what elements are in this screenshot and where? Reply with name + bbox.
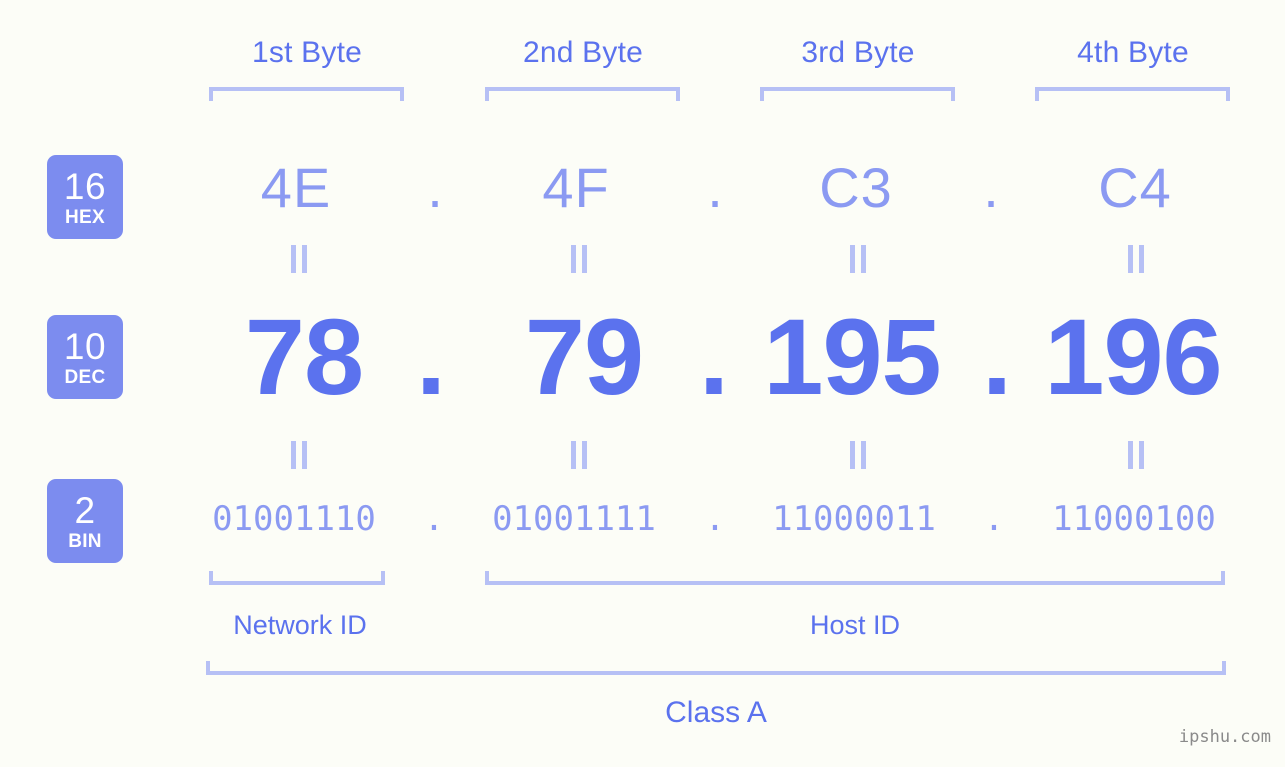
base-badge-hex-number: 16 [63,165,107,207]
hex-separator-1: . [427,156,443,219]
byte-header-4: 4th Byte [1077,36,1189,69]
hex-value-3: C3 [819,156,893,219]
bin-value-1: 01001110 [212,499,376,539]
dec-value-4: 196 [1044,296,1222,417]
hex-value-1: 4E [260,156,332,219]
bin-separator-2: . [704,499,726,539]
hex-value-4: C4 [1098,156,1172,219]
byte-header-1: 1st Byte [252,36,362,69]
byte-header-2: 2nd Byte [522,36,644,69]
hex-value-2: 4F [542,156,610,219]
equality-marker-hex-dec-1 [288,245,310,273]
base-badge-dec-number: 10 [63,325,107,367]
equality-marker-dec-bin-3 [847,441,869,469]
class-bracket [206,661,1226,675]
base-badge-dec: 10 DEC [47,315,123,399]
dec-value-3: 195 [763,296,941,417]
bin-value-2: 01001111 [492,499,656,539]
equality-marker-dec-bin-2 [568,441,590,469]
host-id-label: Host ID [809,610,901,640]
equality-marker-hex-dec-3 [847,245,869,273]
ip-address-breakdown-diagram: 1st Byte 2nd Byte 3rd Byte 4th Byte 16 H… [0,0,1285,767]
base-badge-hex: 16 HEX [47,155,123,239]
base-badge-bin-label: BIN [68,530,102,552]
base-badge-dec-label: DEC [64,366,106,388]
dec-separator-2: . [698,296,729,417]
equality-marker-dec-bin-4 [1125,441,1147,469]
bin-separator-3: . [983,499,1005,539]
bin-separator-1: . [423,499,445,539]
equality-marker-hex-dec-2 [568,245,590,273]
hex-separator-2: . [707,156,723,219]
base-badge-hex-label: HEX [65,206,105,228]
dec-value-2: 79 [524,296,644,417]
dec-value-1: 78 [244,296,364,417]
dec-separator-1: . [415,296,446,417]
byte-bracket-3 [760,87,955,101]
dec-separator-3: . [981,296,1012,417]
byte-bracket-1 [209,87,404,101]
bin-value-3: 11000011 [772,499,936,539]
byte-header-3: 3rd Byte [801,36,915,69]
byte-bracket-2 [485,87,680,101]
base-badge-bin: 2 BIN [47,479,123,563]
class-label: Class A [665,696,767,729]
equality-marker-hex-dec-4 [1125,245,1147,273]
site-watermark: ipshu.com [1178,727,1271,747]
equality-marker-dec-bin-1 [288,441,310,469]
byte-bracket-4 [1035,87,1230,101]
network-id-label: Network ID [233,610,367,640]
host-id-bracket [485,571,1225,585]
network-id-bracket [209,571,385,585]
bin-value-4: 11000100 [1052,499,1216,539]
hex-separator-3: . [983,156,999,219]
base-badge-bin-number: 2 [74,489,96,531]
